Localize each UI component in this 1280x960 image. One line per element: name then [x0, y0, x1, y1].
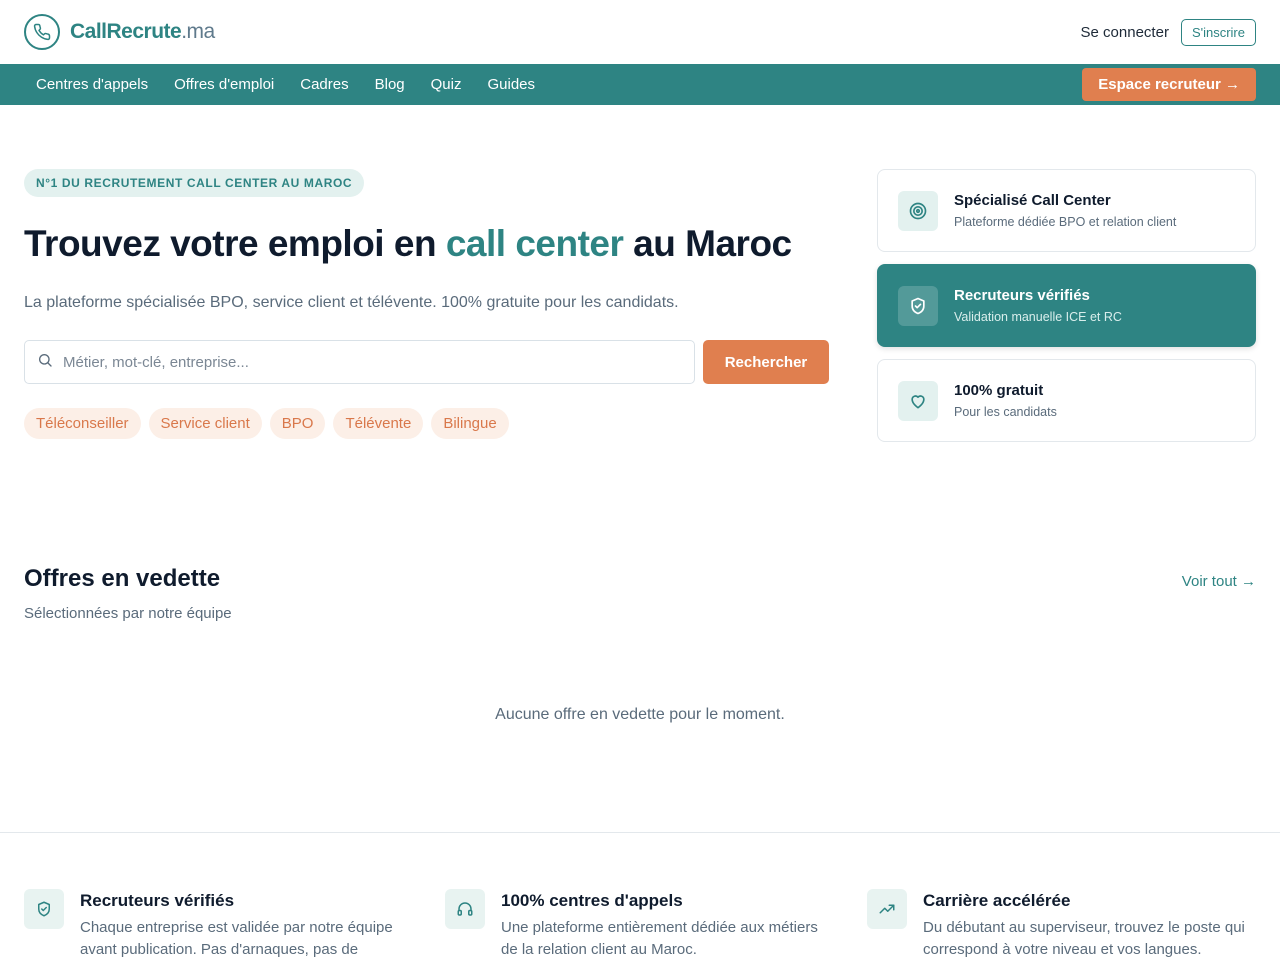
search-bar: Rechercher [24, 340, 829, 384]
nav-item-guides[interactable]: Guides [487, 76, 535, 93]
signup-button[interactable]: S'inscrire [1180, 18, 1256, 46]
heart-icon [898, 380, 938, 421]
feature-card-gratuit[interactable]: 100% gratuit Pour les candidats [877, 359, 1256, 442]
offers-title: Offres en vedette [24, 565, 221, 592]
headphones-icon [445, 889, 485, 929]
feature-title: 100% gratuit [954, 382, 1044, 399]
login-link[interactable]: Se connecter [1081, 24, 1169, 41]
nav-item-blog[interactable]: Blog [375, 76, 405, 93]
feature-title: Spécialisé Call Center [954, 192, 1111, 209]
benefit-title: Carrière accélérée [923, 891, 1071, 910]
tag-service-client[interactable]: Service client [148, 408, 262, 439]
benefit-desc: Une plateforme entièrement dédiée aux mé… [501, 919, 818, 958]
benefit-title: Recruteurs vérifiés [80, 891, 235, 910]
feature-cards: Spécialisé Call Center Plateforme dédiée… [877, 169, 1256, 442]
logo[interactable]: CallRecrute.ma [24, 14, 215, 50]
hero-subtitle: La plateforme spécialisée BPO, service c… [24, 294, 679, 311]
logo-text: CallRecrute.ma [70, 20, 215, 43]
offers-subtitle: Sélectionnées par notre équipe [24, 605, 232, 622]
shield-check-icon [898, 285, 938, 326]
trending-up-icon [867, 889, 907, 929]
feature-title: Recruteurs vérifiés [954, 287, 1090, 304]
feature-desc: Pour les candidats [954, 405, 1057, 419]
main-nav: Centres d'appels Offres d'emploi Cadres … [0, 64, 1280, 105]
search-button[interactable]: Rechercher [703, 340, 829, 384]
hero-title: Trouvez votre emploi en call center au M… [24, 223, 792, 264]
benefit-call-centers: 100% centres d'appels Une plateforme ent… [445, 889, 825, 960]
see-all-link[interactable]: Voir tout → [1182, 573, 1256, 590]
phone-icon [24, 14, 60, 50]
nav-item-offres[interactable]: Offres d'emploi [174, 76, 274, 93]
nav-item-quiz[interactable]: Quiz [431, 76, 462, 93]
benefits-section: Recruteurs vérifiés Chaque entreprise es… [0, 833, 1280, 960]
tag-televente[interactable]: Télévente [333, 408, 424, 439]
benefit-title: 100% centres d'appels [501, 891, 683, 910]
shield-check-icon [24, 889, 64, 929]
feature-desc: Plateforme dédiée BPO et relation client [954, 215, 1177, 229]
top-header: CallRecrute.ma Se connecter S'inscrire [0, 0, 1280, 64]
benefit-desc: Chaque entreprise est validée par notre … [80, 919, 393, 958]
offers-empty-message: Aucune offre en vedette pour le moment. [495, 706, 785, 723]
feature-desc: Validation manuelle ICE et RC [954, 310, 1122, 324]
feature-card-specialise[interactable]: Spécialisé Call Center Plateforme dédiée… [877, 169, 1256, 252]
target-icon [898, 190, 938, 231]
hero-section: N°1 DU RECRUTEMENT CALL CENTER AU MAROC … [0, 105, 1280, 535]
nav-item-centres[interactable]: Centres d'appels [36, 76, 148, 93]
benefit-verified: Recruteurs vérifiés Chaque entreprise es… [24, 889, 404, 960]
benefit-desc: Du débutant au superviseur, trouvez le p… [923, 919, 1245, 958]
tag-bilingue[interactable]: Bilingue [431, 408, 509, 439]
benefit-career: Carrière accélérée Du débutant au superv… [867, 889, 1247, 960]
header-actions: Se connecter S'inscrire [1081, 18, 1256, 46]
featured-offers-section: Offres en vedette Sélectionnées par notr… [0, 535, 1280, 832]
hero-badge: N°1 DU RECRUTEMENT CALL CENTER AU MAROC [24, 169, 365, 197]
search-box[interactable] [24, 340, 695, 384]
nav-item-cadres[interactable]: Cadres [300, 76, 348, 93]
search-input[interactable] [63, 353, 694, 371]
quick-tags: Téléconseiller Service client BPO Téléve… [24, 408, 509, 439]
tag-teleconseiller[interactable]: Téléconseiller [24, 408, 141, 439]
recruiter-space-button[interactable]: Espace recruteur → [1082, 68, 1256, 101]
feature-card-verifies[interactable]: Recruteurs vérifiés Validation manuelle … [877, 264, 1256, 347]
search-icon [37, 352, 53, 373]
tag-bpo[interactable]: BPO [269, 408, 326, 439]
